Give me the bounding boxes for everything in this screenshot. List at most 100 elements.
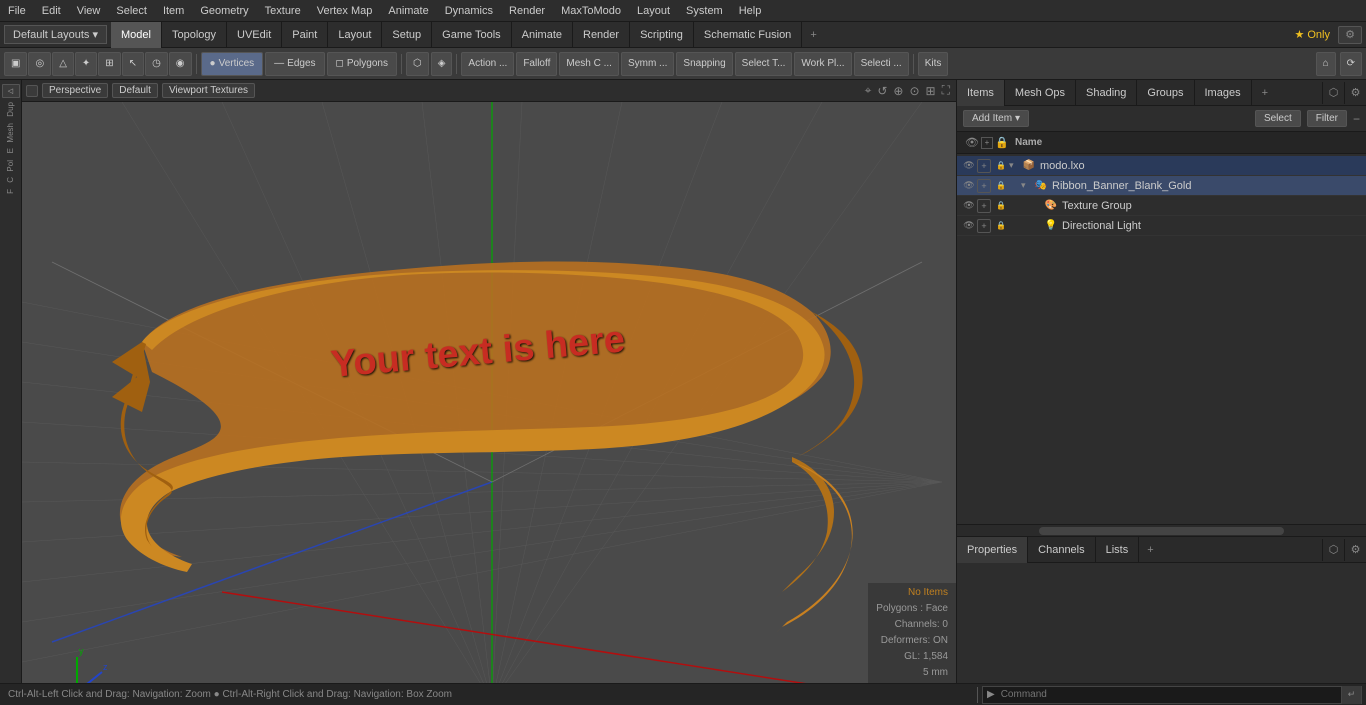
menu-dynamics[interactable]: Dynamics [437,3,501,19]
layout-settings-icon[interactable]: ⚙ [1338,26,1362,44]
menu-texture[interactable]: Texture [257,3,309,19]
tab-lists[interactable]: Lists [1096,537,1140,563]
vertices-btn[interactable]: ● Vertices [201,52,264,76]
tb-transform-btn[interactable]: △ [52,52,74,76]
menu-layout[interactable]: Layout [629,3,678,19]
menu-select[interactable]: Select [108,3,155,19]
layout-tab-uvedit[interactable]: UVEdit [227,22,282,48]
tab-groups[interactable]: Groups [1137,80,1194,106]
scene-tree[interactable]: 👁 + 🔒 ▾ 📦 modo.lxo 👁 + 🔒 ▾ 🎭 Ribbon_Bann… [957,154,1366,524]
vp-home-icon[interactable]: ⌖ [863,83,874,98]
tree-expand-1[interactable]: ▾ [1021,180,1033,191]
tree-scrollbar[interactable] [957,524,1366,536]
tree-eye-3[interactable]: 👁 [961,218,977,234]
vp-camera-icon[interactable]: ⊙ [907,84,921,98]
menu-maxtomodo[interactable]: MaxToModo [553,3,629,19]
tree-lock-0[interactable]: 🔒 [993,158,1009,174]
tree-row-ribbon[interactable]: 👁 + 🔒 ▾ 🎭 Ribbon_Banner_Blank_Gold [957,176,1366,196]
layout-tab-animate[interactable]: Animate [512,22,573,48]
tb-circle2-btn[interactable]: ◉ [169,52,192,76]
tab-mesh-ops[interactable]: Mesh Ops [1005,80,1076,106]
action-btn[interactable]: Action ... [461,52,514,76]
tree-lock-3[interactable]: 🔒 [993,218,1009,234]
select-t-btn[interactable]: Select T... [735,52,793,76]
tb-rotate-btn[interactable]: ◷ [145,52,168,76]
tab-images[interactable]: Images [1195,80,1252,106]
symm-btn[interactable]: Symm ... [621,52,674,76]
tree-eye-0[interactable]: 👁 [961,158,977,174]
tree-row-texture[interactable]: 👁 + 🔒 🎨 Texture Group [957,196,1366,216]
sidebar-pol[interactable]: Pol [4,158,17,174]
command-input[interactable] [999,689,1341,700]
viewport-textures-btn[interactable]: Viewport Textures [162,83,255,98]
kits-btn[interactable]: Kits [918,52,949,76]
layout-tab-scripting[interactable]: Scripting [630,22,694,48]
layout-star-only[interactable]: ★ Only [1286,26,1338,43]
tb-sphere-btn[interactable]: ⬡ [406,52,429,76]
tree-expand-0[interactable]: ▾ [1009,160,1021,171]
tab-items[interactable]: Items [957,80,1005,106]
layout-tab-add[interactable]: + [802,26,824,44]
menu-system[interactable]: System [678,3,731,19]
layout-tab-setup[interactable]: Setup [382,22,432,48]
layout-tab-topology[interactable]: Topology [162,22,227,48]
prop-tab-add[interactable]: + [1139,540,1161,560]
tree-lock-1[interactable]: 🔒 [993,178,1009,194]
vp-fullscreen-icon[interactable]: ⛶ [940,83,952,98]
layout-tab-render[interactable]: Render [573,22,630,48]
tb-star-btn[interactable]: ✦ [75,52,97,76]
menu-render[interactable]: Render [501,3,553,19]
sidebar-dup[interactable]: Dup [4,100,17,119]
tree-eye-plus-0[interactable]: + [977,159,991,173]
tree-eye-plus-1[interactable]: + [977,179,991,193]
menu-help[interactable]: Help [731,3,770,19]
prop-settings-icon[interactable]: ⚙ [1344,539,1366,561]
perspective-btn[interactable]: Perspective [42,83,108,98]
items-minus-icon[interactable]: − [1353,112,1360,126]
sidebar-c[interactable]: C [4,175,17,185]
menu-file[interactable]: File [0,3,34,19]
layout-tab-schematic-fusion[interactable]: Schematic Fusion [694,22,802,48]
tree-lock-2[interactable]: 🔒 [993,198,1009,214]
menu-view[interactable]: View [69,3,109,19]
sidebar-f[interactable]: F [4,187,17,196]
panel-settings-icon[interactable]: ⚙ [1344,82,1366,104]
menu-edit[interactable]: Edit [34,3,69,19]
tree-eye-plus-3[interactable]: + [977,219,991,233]
tb-nav-btn-1[interactable]: ⌂ [1316,52,1336,76]
tab-properties[interactable]: Properties [957,537,1028,563]
falloff-btn[interactable]: Falloff [516,52,557,76]
tb-nav-btn-2[interactable]: ⟳ [1340,52,1362,76]
layout-tab-model[interactable]: Model [111,22,162,48]
menu-item[interactable]: Item [155,3,192,19]
default-layouts-button[interactable]: Default Layouts ▾ [4,25,107,44]
tb-sphere2-btn[interactable]: ◈ [431,52,453,76]
vp-rotate-icon[interactable]: ↺ [875,84,889,98]
menu-animate[interactable]: Animate [380,3,436,19]
menu-vertex-map[interactable]: Vertex Map [309,3,381,19]
layout-tab-paint[interactable]: Paint [282,22,328,48]
selecti-btn[interactable]: Selecti ... [854,52,909,76]
tb-circle-btn[interactable]: ◎ [28,52,51,76]
items-select-button[interactable]: Select [1255,110,1301,127]
viewport-menu-btn[interactable] [26,85,38,97]
tree-row-modo[interactable]: 👁 + 🔒 ▾ 📦 modo.lxo [957,156,1366,176]
add-item-button[interactable]: Add Item ▾ [963,110,1029,127]
items-tab-add[interactable]: + [1254,83,1276,103]
tab-shading[interactable]: Shading [1076,80,1137,106]
mesh-c-btn[interactable]: Mesh C ... [559,52,619,76]
tree-eye-plus-2[interactable]: + [977,199,991,213]
tb-toggle-btn[interactable]: ▣ [4,52,27,76]
sidebar-mesh[interactable]: Mesh [4,121,17,145]
layout-tab-game-tools[interactable]: Game Tools [432,22,512,48]
work-pl-btn[interactable]: Work Pl... [794,52,851,76]
tree-eye-2[interactable]: 👁 [961,198,977,214]
polygons-btn[interactable]: ◻ Polygons [327,52,397,76]
sidebar-toggle[interactable]: ◁ [2,84,20,98]
viewport-area[interactable]: Perspective Default Viewport Textures ⌖ … [22,80,956,683]
items-filter-button[interactable]: Filter [1307,110,1347,127]
tree-row-light[interactable]: 👁 + 🔒 💡 Directional Light [957,216,1366,236]
tab-channels[interactable]: Channels [1028,537,1095,563]
tree-eye-1[interactable]: 👁 [961,178,977,194]
default-shading-btn[interactable]: Default [112,83,158,98]
